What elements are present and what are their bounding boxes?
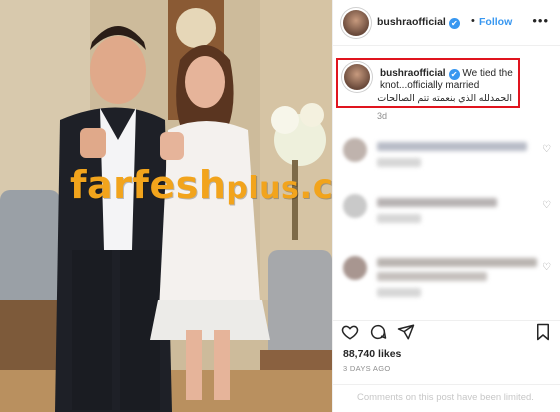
verified-badge-icon: ✔ <box>448 18 460 29</box>
comment-avatar <box>343 138 367 162</box>
watermark: farfeshplus.com <box>70 163 332 207</box>
bookmark-icon[interactable] <box>535 323 551 346</box>
comment-avatar <box>343 256 367 280</box>
likes-count[interactable]: 88,740 likes <box>343 348 401 360</box>
comment-text-blurred <box>377 198 497 207</box>
comment-heart-icon[interactable]: ♡ <box>542 200 551 211</box>
comment-text-blurred <box>377 258 537 267</box>
comment-text-blurred <box>377 272 487 281</box>
comment-meta-blurred <box>377 158 421 167</box>
comments-limited-notice: Comments on this post have been limited. <box>357 392 534 403</box>
separator-dot: • <box>471 15 475 27</box>
username-link[interactable]: bushraofficial ✔ <box>377 16 460 29</box>
post-photo[interactable]: farfeshplus.com <box>0 0 332 412</box>
caption-verified-icon: ✔ <box>448 69 460 80</box>
share-icon[interactable] <box>397 323 415 346</box>
post-timestamp[interactable]: 3 DAYS AGO <box>343 364 390 373</box>
post-actions <box>333 320 560 346</box>
post-header: bushraofficial ✔ • Follow ••• <box>333 0 560 46</box>
caption-arabic: الحمدلله الذي بنعمته تتم الصالحات <box>377 93 512 104</box>
comment-meta-blurred <box>377 288 421 297</box>
username[interactable]: bushraofficial <box>377 16 446 28</box>
caption-highlight: bushraofficial ✔ We tied the knot...offic… <box>336 58 520 108</box>
caption-avatar[interactable] <box>344 64 370 90</box>
comment-footer: Comments on this post have been limited. <box>333 384 560 412</box>
watermark-part3: .com <box>299 167 332 207</box>
watermark-part1: farfesh <box>70 163 227 207</box>
comment-text-blurred <box>377 142 527 151</box>
more-options-icon[interactable]: ••• <box>532 13 549 28</box>
caption-username[interactable]: bushraofficial <box>380 68 446 79</box>
comment-item: ♡ <box>343 136 555 180</box>
comment-heart-icon[interactable]: ♡ <box>542 262 551 273</box>
caption-timestamp[interactable]: 3d <box>377 111 387 121</box>
comment-icon[interactable] <box>369 323 387 346</box>
follow-button[interactable]: Follow <box>479 16 512 28</box>
like-icon[interactable] <box>341 323 359 346</box>
comment-item: ♡ <box>343 192 555 236</box>
comment-avatar <box>343 194 367 218</box>
watermark-part2: plus <box>226 171 300 206</box>
post-side-panel: bushraofficial ✔ • Follow ••• bushraoffic… <box>332 0 560 412</box>
comment-meta-blurred <box>377 214 421 223</box>
comment-item: ♡ <box>343 254 555 298</box>
comment-heart-icon[interactable]: ♡ <box>542 144 551 155</box>
caption: bushraofficial ✔ We tied the knot...offic… <box>380 68 520 92</box>
avatar[interactable] <box>343 10 369 36</box>
